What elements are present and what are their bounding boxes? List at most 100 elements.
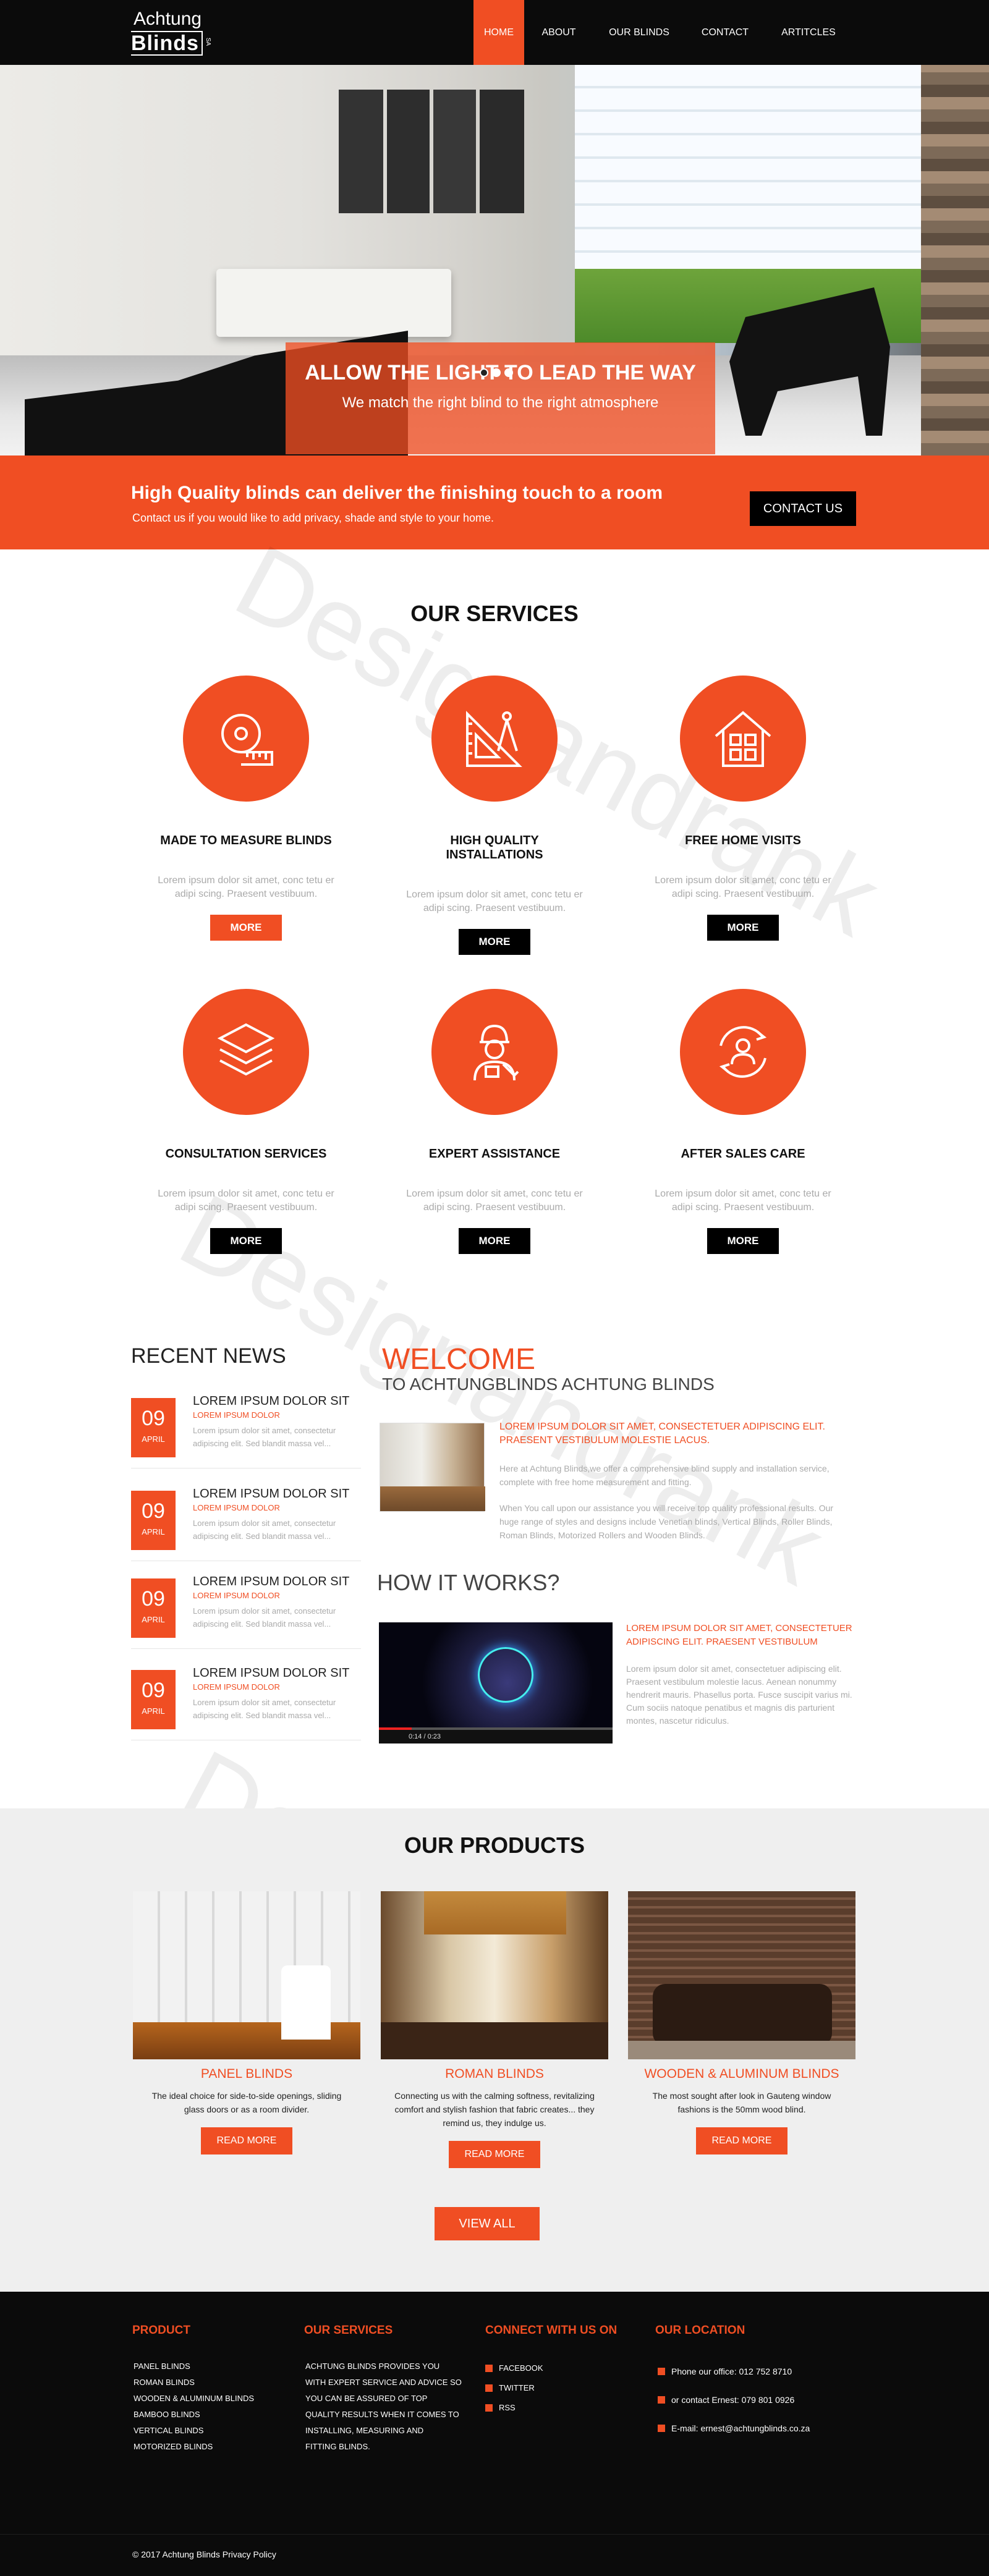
news-item[interactable]: 09 APRIL LOREM IPSUM DOLOR SIT LOREM IPSU… xyxy=(131,1575,361,1649)
service-more-button[interactable]: MORE xyxy=(707,1228,779,1254)
product-image-roman[interactable] xyxy=(381,1891,608,2059)
service-card: EXPERT ASSISTANCE Lorem ipsum dolor sit … xyxy=(402,989,587,1254)
nav-our-blinds[interactable]: OUR BLINDS xyxy=(593,0,685,65)
service-text: Lorem ipsum dolor sit amet, conc tetu er… xyxy=(406,889,583,913)
nav-about[interactable]: ABOUT xyxy=(524,0,593,65)
news-item[interactable]: 09 APRIL LOREM IPSUM DOLOR SIT LOREM IPSU… xyxy=(131,1666,361,1740)
logo-line1: Achtung xyxy=(134,9,202,29)
welcome-para-2: When You call upon our assistance you wi… xyxy=(499,1503,834,1540)
service-title: EXPERT ASSISTANCE xyxy=(428,1147,561,1161)
footer-product-link[interactable]: VERTICAL BLINDS xyxy=(134,2423,254,2439)
nav-contact[interactable]: CONTACT xyxy=(685,0,765,65)
footer-product-link[interactable]: WOODEN & ALUMINUM BLINDS xyxy=(134,2391,254,2407)
service-title: CONSULTATION SERVICES xyxy=(165,1147,327,1161)
support-cycle-icon xyxy=(719,1026,767,1078)
rss-link[interactable]: RSS xyxy=(485,2398,543,2418)
product-read-more-button[interactable]: READ MORE xyxy=(449,2141,540,2168)
product-image-wooden[interactable] xyxy=(628,1891,855,2059)
slider-dot-3[interactable] xyxy=(504,368,513,377)
recent-news-title: RECENT NEWS xyxy=(131,1344,286,1368)
twitter-link[interactable]: TWITTER xyxy=(485,2378,543,2398)
mail-icon xyxy=(658,2425,665,2432)
news-subtitle: LOREM IPSUM DOLOR xyxy=(193,1410,280,1420)
welcome-title: WELCOME xyxy=(382,1343,536,1376)
footer-services-line: ACHTUNG BLINDS PROVIDES YOU xyxy=(305,2362,440,2371)
nav-home[interactable]: HOME xyxy=(473,0,524,65)
product-title[interactable]: ROMAN BLINDS xyxy=(381,2067,608,2082)
view-all-button[interactable]: VIEW ALL xyxy=(435,2207,540,2240)
slider-dot-1[interactable] xyxy=(480,368,488,377)
service-card: MADE TO MEASURE BLINDS Lorem ipsum dolor… xyxy=(153,676,339,941)
service-more-button[interactable]: MORE xyxy=(707,915,779,941)
service-icon-circle xyxy=(680,676,806,802)
facebook-label: FACEBOOK xyxy=(499,2363,543,2373)
news-day: 09 xyxy=(142,1679,165,1702)
worker-icon xyxy=(473,1024,519,1081)
service-more-button[interactable]: MORE xyxy=(210,915,282,941)
news-excerpt: Lorem ipsum dolor sit amet, consectetur … xyxy=(193,1606,336,1629)
service-icon-circle xyxy=(431,676,558,802)
product-floor xyxy=(381,2022,608,2059)
news-excerpt: Lorem ipsum dolor sit amet, consectetur … xyxy=(193,1426,336,1448)
news-title[interactable]: LOREM IPSUM DOLOR SIT xyxy=(193,1575,349,1589)
product-card: WOODEN & ALUMINUM BLINDS The most sought… xyxy=(628,1891,855,2154)
product-title[interactable]: PANEL BLINDS xyxy=(133,2067,360,2082)
product-title[interactable]: WOODEN & ALUMINUM BLINDS xyxy=(628,2067,855,2082)
service-more-button[interactable]: MORE xyxy=(459,929,530,955)
email-contact[interactable]: E-mail: ernest@achtungblinds.co.za xyxy=(658,2414,810,2443)
news-day: 09 xyxy=(142,1499,165,1523)
footer-services-line: QUALITY RESULTS WHEN IT COMES TO xyxy=(305,2410,459,2419)
service-more-button[interactable]: MORE xyxy=(210,1228,282,1254)
nav-articles[interactable]: ARTITCLES xyxy=(765,0,852,65)
video-player[interactable]: 0:14 / 0:23 xyxy=(379,1622,613,1743)
news-title[interactable]: LOREM IPSUM DOLOR SIT xyxy=(193,1666,349,1680)
news-item[interactable]: 09 APRIL LOREM IPSUM DOLOR SIT LOREM IPSU… xyxy=(131,1487,361,1561)
logo[interactable]: Achtung Blinds SA xyxy=(131,7,211,57)
service-title: AFTER SALES CARE xyxy=(681,1147,805,1161)
footer-services-line: INSTALLING, MEASURING AND xyxy=(305,2426,424,2435)
service-text: Lorem ipsum dolor sit amet, conc tetu er… xyxy=(158,875,334,899)
product-card: PANEL BLINDS The ideal choice for side-t… xyxy=(133,1891,360,2154)
how-heading: LOREM IPSUM DOLOR SIT AMET, CONSECTETUER… xyxy=(626,1623,852,1647)
news-title[interactable]: LOREM IPSUM DOLOR SIT xyxy=(193,1394,349,1409)
facebook-link[interactable]: FACEBOOK xyxy=(485,2358,543,2378)
measuring-tape-icon xyxy=(221,714,273,766)
slider-dots xyxy=(480,368,513,377)
office-phone-text: Phone our office: 012 752 8710 xyxy=(671,2366,792,2376)
contact-us-button[interactable]: CONTACT US xyxy=(750,491,856,526)
product-text: Connecting us with the calming softness,… xyxy=(394,2091,595,2128)
product-read-more-button[interactable]: READ MORE xyxy=(201,2127,292,2154)
logo-line2: Blinds xyxy=(131,31,203,56)
news-month: APRIL xyxy=(142,1706,165,1716)
compass-ruler-icon xyxy=(466,711,522,767)
product-image-panel[interactable] xyxy=(133,1891,360,2059)
service-card: AFTER SALES CARE Lorem ipsum dolor sit a… xyxy=(650,989,836,1254)
news-item[interactable]: 09 APRIL LOREM IPSUM DOLOR SIT LOREM IPSU… xyxy=(131,1394,361,1468)
footer-social-list: FACEBOOK TWITTER RSS xyxy=(485,2358,543,2418)
news-date-badge: 09 APRIL xyxy=(131,1578,176,1638)
product-text: The most sought after look in Gauteng wi… xyxy=(652,2091,831,2114)
product-card: ROMAN BLINDS Connecting us with the calm… xyxy=(381,1891,608,2168)
cta-band: High Quality blinds can deliver the fini… xyxy=(0,455,989,549)
news-subtitle: LOREM IPSUM DOLOR xyxy=(193,1682,280,1692)
footer-product-link[interactable]: PANEL BLINDS xyxy=(134,2358,254,2375)
service-icon-circle xyxy=(183,989,309,1115)
services-title: OUR SERVICES xyxy=(410,601,579,626)
service-title: FREE HOME VISITS xyxy=(685,834,801,847)
service-icon-circle xyxy=(431,989,558,1115)
news-title[interactable]: LOREM IPSUM DOLOR SIT xyxy=(193,1487,349,1501)
rss-label: RSS xyxy=(499,2403,516,2412)
welcome-para-1: Here at Achtung Blinds,we offer a compre… xyxy=(499,1464,830,1487)
service-card: CONSULTATION SERVICES Lorem ipsum dolor … xyxy=(153,989,339,1254)
cta-text: Contact us if you would like to add priv… xyxy=(132,512,494,524)
footer-product-link[interactable]: MOTORIZED BLINDS xyxy=(134,2439,254,2455)
footer-product-link[interactable]: ROMAN BLINDS xyxy=(134,2375,254,2391)
footer-services-line: YOU CAN BE ASSURED OF TOP xyxy=(305,2394,428,2403)
product-read-more-button[interactable]: READ MORE xyxy=(696,2127,787,2154)
service-more-button[interactable]: MORE xyxy=(459,1228,530,1254)
footer-product-link[interactable]: BAMBOO BLINDS xyxy=(134,2407,254,2423)
cta-heading: High Quality blinds can deliver the fini… xyxy=(131,483,663,503)
slider-dot-2[interactable] xyxy=(492,368,501,377)
news-month: APRIL xyxy=(142,1434,165,1444)
hero-sofa xyxy=(216,269,451,337)
